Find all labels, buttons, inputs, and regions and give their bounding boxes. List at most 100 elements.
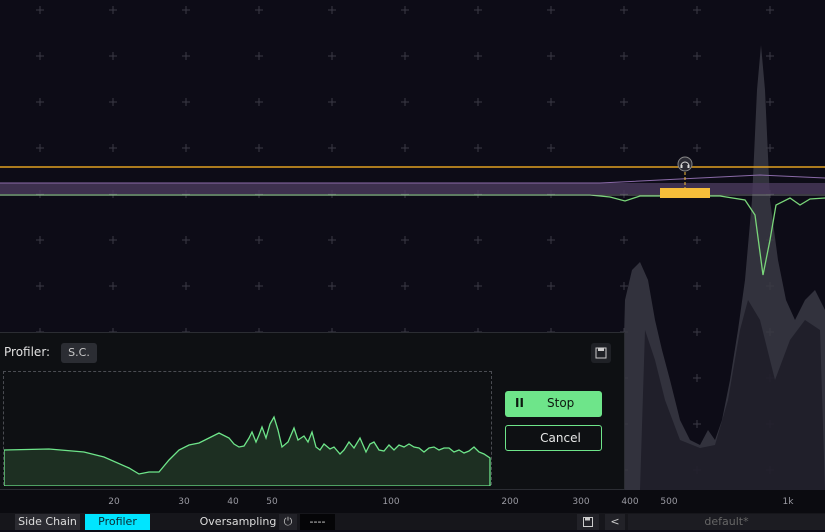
grid-marker xyxy=(255,52,263,60)
grid-marker xyxy=(474,282,482,290)
grid-marker xyxy=(36,144,44,152)
grid-marker xyxy=(474,6,482,14)
grid-marker xyxy=(36,98,44,106)
grid-marker xyxy=(182,6,190,14)
grid-marker xyxy=(109,52,117,60)
grid-marker xyxy=(693,282,701,290)
grid-marker xyxy=(620,6,628,14)
grid-marker xyxy=(255,282,263,290)
save-icon xyxy=(583,517,593,527)
grid-marker xyxy=(693,6,701,14)
frequency-axis: 20 30 40 50 100 200 300 400 500 1k xyxy=(0,490,825,513)
tick-label: 200 xyxy=(501,497,519,507)
grid-marker xyxy=(328,236,336,244)
source-button[interactable]: S.C. xyxy=(61,343,97,363)
grid-marker xyxy=(693,374,701,382)
preset-name[interactable]: default* xyxy=(628,514,825,530)
band-handle[interactable] xyxy=(660,188,710,198)
grid-marker xyxy=(474,98,482,106)
grid-marker xyxy=(693,98,701,106)
grid-marker xyxy=(328,282,336,290)
profiler-tab[interactable]: Profiler xyxy=(85,514,150,530)
grid-marker xyxy=(328,144,336,152)
oversampling-select[interactable]: ---- xyxy=(300,514,335,530)
grid-marker xyxy=(766,98,774,106)
grid-marker xyxy=(109,6,117,14)
profiler-label: Profiler: xyxy=(4,345,51,359)
grid-marker xyxy=(36,282,44,290)
grid-marker xyxy=(766,52,774,60)
grid-marker xyxy=(693,144,701,152)
grid-marker xyxy=(255,6,263,14)
grid-marker xyxy=(620,52,628,60)
grid-marker xyxy=(547,236,555,244)
save-icon xyxy=(595,347,607,359)
tick-label: 40 xyxy=(227,497,239,507)
grid-marker xyxy=(620,98,628,106)
grid-marker xyxy=(328,52,336,60)
stop-button[interactable]: II Stop xyxy=(505,391,602,417)
bottom-bar: Side Chain Profiler Oversampling ⏻ ---- … xyxy=(0,513,825,530)
pause-icon: II xyxy=(515,396,524,410)
tick-label: 100 xyxy=(382,497,400,507)
tick-label: 1k xyxy=(782,497,794,507)
headphones-icon[interactable] xyxy=(677,156,693,172)
tick-label: 400 xyxy=(621,497,639,507)
grid-marker xyxy=(182,144,190,152)
eq-curve[interactable] xyxy=(0,194,825,276)
profile-curve xyxy=(3,415,491,487)
grid-marker xyxy=(693,328,701,336)
grid-marker xyxy=(401,52,409,60)
tick-label: 50 xyxy=(266,497,278,507)
tick-label: 500 xyxy=(660,497,678,507)
grid-marker xyxy=(693,52,701,60)
eq-band-top xyxy=(0,174,825,184)
grid-marker xyxy=(474,236,482,244)
save-preset-button[interactable] xyxy=(577,514,599,530)
save-profile-button[interactable] xyxy=(591,343,611,363)
grid-marker xyxy=(255,98,263,106)
grid-marker xyxy=(328,98,336,106)
grid-marker xyxy=(547,6,555,14)
grid-marker xyxy=(547,144,555,152)
grid-marker xyxy=(693,236,701,244)
grid-marker xyxy=(401,282,409,290)
grid-marker xyxy=(401,98,409,106)
grid-marker xyxy=(401,144,409,152)
grid-marker xyxy=(36,6,44,14)
grid-marker xyxy=(620,282,628,290)
profile-graph xyxy=(3,371,492,487)
stop-label: Stop xyxy=(547,396,575,410)
tick-label: 20 xyxy=(108,497,120,507)
grid-marker xyxy=(547,98,555,106)
grid-marker xyxy=(474,144,482,152)
grid-marker xyxy=(182,282,190,290)
grid-marker xyxy=(109,144,117,152)
grid-marker xyxy=(182,52,190,60)
grid-marker xyxy=(255,144,263,152)
grid-marker xyxy=(109,282,117,290)
grid-marker xyxy=(109,98,117,106)
previous-preset-button[interactable]: < xyxy=(605,514,625,530)
grid-marker xyxy=(182,98,190,106)
tick-label: 300 xyxy=(572,497,590,507)
grid-marker xyxy=(547,282,555,290)
grid-marker xyxy=(255,236,263,244)
grid-marker xyxy=(620,236,628,244)
profiler-panel: Profiler: S.C. II Stop Cancel xyxy=(0,332,625,490)
grid-marker xyxy=(182,236,190,244)
side-chain-button[interactable]: Side Chain xyxy=(15,514,80,530)
grid-marker xyxy=(766,6,774,14)
grid-marker xyxy=(109,236,117,244)
grid-marker xyxy=(693,420,701,428)
grid-marker xyxy=(328,6,336,14)
grid-marker xyxy=(474,52,482,60)
grid-marker xyxy=(401,236,409,244)
grid-marker xyxy=(401,6,409,14)
grid-marker xyxy=(547,52,555,60)
oversampling-label: Oversampling xyxy=(199,515,277,528)
grid-marker xyxy=(36,236,44,244)
cancel-button[interactable]: Cancel xyxy=(505,425,602,451)
power-icon[interactable]: ⏻ xyxy=(279,514,297,530)
tick-label: 30 xyxy=(178,497,190,507)
